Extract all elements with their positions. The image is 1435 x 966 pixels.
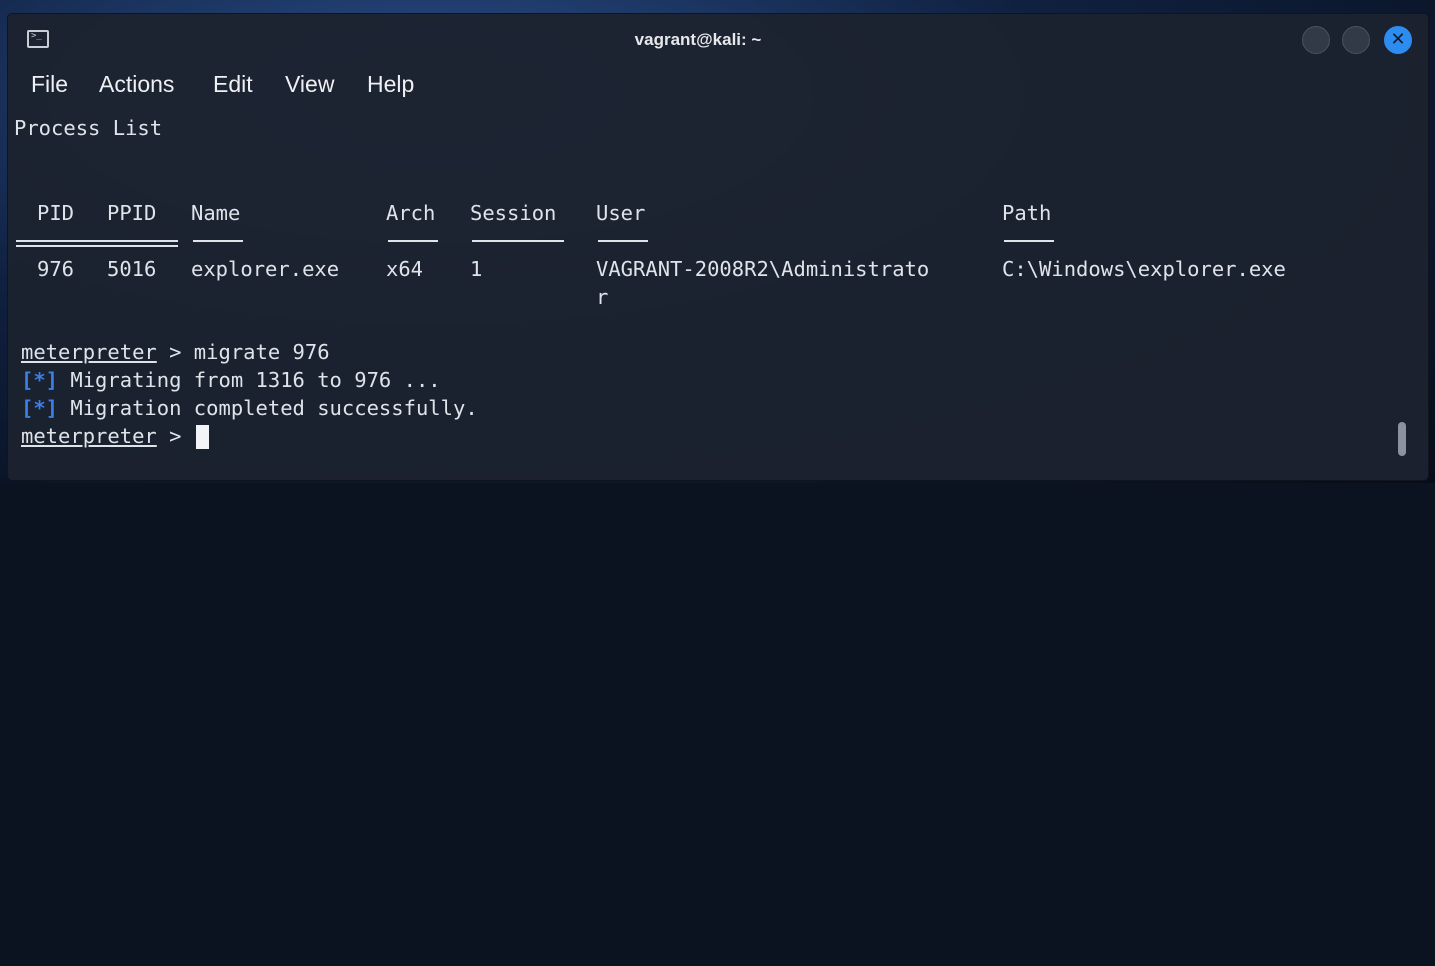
prompt: meterpreter	[21, 424, 157, 448]
header-underline	[598, 240, 648, 242]
menu-file[interactable]: File	[31, 71, 68, 98]
command-text: > migrate 976	[156, 340, 330, 364]
cell-pid: 976	[37, 257, 75, 281]
header-underline	[39, 240, 75, 242]
header-arch: Arch	[386, 201, 436, 225]
minimize-button[interactable]	[1302, 26, 1330, 54]
command-line: meterpreter > migrate 976	[21, 338, 330, 366]
menu-bar: File Actions Edit View Help	[8, 69, 1428, 101]
close-icon: ✕	[1390, 29, 1406, 50]
header-path: Path	[1002, 201, 1052, 225]
header-underline	[193, 240, 243, 242]
output-line: [*] Migrating from 1316 to 976 ...	[21, 366, 441, 394]
info-tag: [*]	[21, 368, 59, 392]
prompt-suffix: >	[156, 424, 194, 448]
header-ppid: PPID	[107, 201, 157, 225]
cell-path: C:\Windows\explorer.exe	[1002, 257, 1286, 281]
header-underline	[472, 240, 564, 242]
cell-arch: x64	[386, 257, 424, 281]
menu-edit[interactable]: Edit	[213, 71, 253, 98]
prompt: meterpreter	[21, 340, 157, 364]
menu-actions[interactable]: Actions	[99, 71, 174, 98]
header-name: Name	[191, 201, 241, 225]
header-user: User	[596, 201, 646, 225]
output-text: Migrating from 1316 to 976 ...	[58, 368, 441, 392]
terminal-output[interactable]: Process List PID PPID Name Arch Session …	[14, 100, 1404, 460]
close-button[interactable]: ✕	[1384, 26, 1412, 54]
menu-view[interactable]: View	[285, 71, 334, 98]
maximize-button[interactable]	[1342, 26, 1370, 54]
scrollbar[interactable]	[1398, 422, 1406, 456]
section-title: Process List	[14, 116, 163, 140]
header-underline	[1004, 240, 1054, 242]
cell-user-wrap: r	[596, 285, 609, 309]
input-line[interactable]: meterpreter >	[21, 422, 209, 450]
output-line: [*] Migration completed successfully.	[21, 394, 478, 422]
cell-user: VAGRANT-2008R2\Administrato	[596, 257, 930, 281]
header-session: Session	[470, 201, 557, 225]
menu-help[interactable]: Help	[367, 71, 414, 98]
header-underline	[388, 240, 438, 242]
title-bar[interactable]: >_ vagrant@kali: ~ ✕	[8, 14, 1428, 66]
cell-session: 1	[470, 257, 483, 281]
header-underline	[109, 240, 159, 242]
header-pid: PID	[37, 201, 75, 225]
cell-ppid: 5016	[107, 257, 157, 281]
text-cursor	[195, 425, 209, 449]
output-text: Migration completed successfully.	[58, 396, 478, 420]
window-title: vagrant@kali: ~	[634, 30, 762, 49]
info-tag: [*]	[21, 396, 59, 420]
cell-name: explorer.exe	[191, 257, 340, 281]
